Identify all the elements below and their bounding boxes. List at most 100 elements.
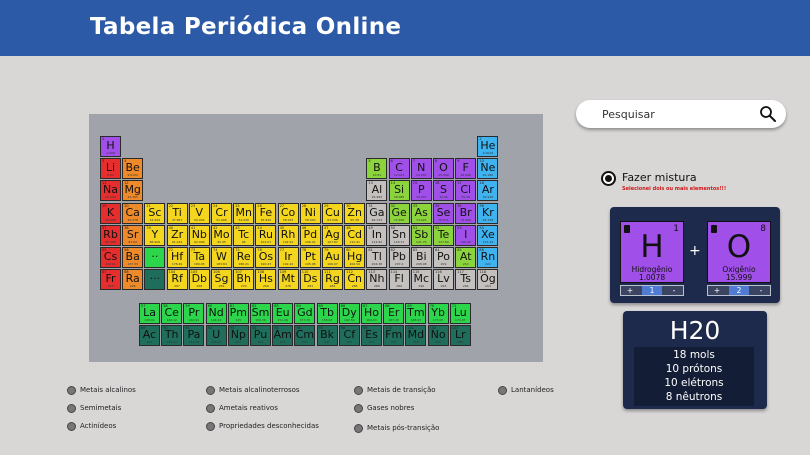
- element-cell-Pd[interactable]: 46 Pd 106.42: [299, 224, 321, 246]
- element-cell-No[interactable]: 102 No 259: [427, 325, 449, 347]
- search-input[interactable]: [602, 106, 752, 122]
- element-cell-Po[interactable]: 84 Po 209: [433, 247, 454, 268]
- element-cell-Au[interactable]: 79 Au 196.97: [322, 247, 343, 268]
- element-cell-Db[interactable]: 105 Db 268: [188, 269, 210, 291]
- element-cell-O[interactable]: 8 O 15.999: [433, 158, 454, 180]
- element-cell-Hs[interactable]: 108 Hs 269: [255, 269, 277, 291]
- element-cell-He[interactable]: 2 He 4.0026: [477, 136, 499, 157]
- element-cell-W[interactable]: 74 W 183.84: [211, 247, 232, 268]
- element-cell-At[interactable]: 85 At 210: [455, 247, 477, 268]
- element-cell-Kr[interactable]: 36 Kr 83.798: [477, 202, 499, 224]
- element-cell-Lv[interactable]: 116 Lv 293: [433, 269, 454, 291]
- element-cell-Pb[interactable]: 82 Pb 207.2: [388, 247, 410, 268]
- element-cell-S[interactable]: 16 S 32.06: [433, 180, 454, 202]
- element-cell-Na[interactable]: 11 Na 22.990: [100, 180, 121, 202]
- element-cell-I[interactable]: 53 I 126.90: [455, 224, 477, 246]
- element-cell-Al[interactable]: 13 Al 26.982: [366, 180, 388, 202]
- element-cell-In[interactable]: 49 In 114.82: [366, 224, 388, 246]
- element-cell-Fm[interactable]: 100 Fm 257: [383, 325, 405, 347]
- element-cell-Gd[interactable]: 64 Gd 157.25: [294, 303, 316, 324]
- element-cell-Tb[interactable]: 65 Tb 158.93: [316, 303, 338, 324]
- element-cell-Xe[interactable]: 54 Xe 131.29: [477, 224, 499, 246]
- element-cell-Sg[interactable]: 106 Sg 269: [211, 269, 232, 291]
- element-cell-Ti[interactable]: 22 Ti 47.867: [166, 202, 188, 224]
- element-cell-Np[interactable]: 93 Np 237: [227, 325, 249, 347]
- element-cell-Sc[interactable]: 21 Sc 44.956: [144, 202, 166, 224]
- element-cell-series[interactable]: ··: [144, 247, 166, 268]
- element-cell-La[interactable]: 57 La 138.91: [139, 303, 160, 324]
- element-cell-C[interactable]: 6 C 12.011: [388, 158, 410, 180]
- element-cell-Hf[interactable]: 72 Hf 178.49: [166, 247, 188, 268]
- element-cell-Pu[interactable]: 94 Pu 244: [250, 325, 271, 347]
- element-cell-Nh[interactable]: 113 Nh 286: [366, 269, 388, 291]
- element-cell-Tm[interactable]: 69 Tm 168.93: [405, 303, 427, 324]
- element-cell-V[interactable]: 23 V 50.942: [188, 202, 210, 224]
- element-cell-Cm[interactable]: 96 Cm 247: [294, 325, 316, 347]
- mix-card-2[interactable]: 8 O Oxigênio 15.999: [707, 221, 771, 283]
- element-cell-Cu[interactable]: 29 Cu 63.546: [322, 202, 343, 224]
- element-cell-Br[interactable]: 35 Br 79.904: [455, 202, 477, 224]
- element-cell-Ts[interactable]: 117 Ts 294: [455, 269, 477, 291]
- element-cell-Mt[interactable]: 109 Mt 278: [277, 269, 299, 291]
- decrement-button[interactable]: -: [665, 286, 683, 295]
- element-cell-Fr[interactable]: 87 Fr 223: [100, 269, 121, 291]
- element-cell-Co[interactable]: 27 Co 58.933: [277, 202, 299, 224]
- element-cell-Er[interactable]: 68 Er 167.26: [383, 303, 405, 324]
- element-cell-Be[interactable]: 4 Be 9.0122: [122, 158, 144, 180]
- element-cell-H[interactable]: 1 H 1.008: [100, 136, 121, 157]
- increment-button[interactable]: +: [708, 286, 726, 295]
- element-cell-Zn[interactable]: 30 Zn 65.38: [344, 202, 366, 224]
- element-cell-Ce[interactable]: 58 Ce 140.12: [161, 303, 183, 324]
- element-cell-Ge[interactable]: 32 Ge 72.630: [388, 202, 410, 224]
- increment-button[interactable]: +: [621, 286, 639, 295]
- element-cell-Rb[interactable]: 37 Rb 85.468: [100, 224, 121, 246]
- element-cell-Mc[interactable]: 115 Mc 290: [410, 269, 432, 291]
- element-cell-Te[interactable]: 52 Te 127.60: [433, 224, 454, 246]
- element-cell-Eu[interactable]: 63 Eu 151.96: [272, 303, 294, 324]
- element-cell-Ho[interactable]: 67 Ho 164.93: [361, 303, 382, 324]
- element-cell-Th[interactable]: 90 Th 232.04: [161, 325, 183, 347]
- element-cell-Tc[interactable]: 43 Tc 98: [233, 224, 255, 246]
- element-cell-U[interactable]: 92 U 238.03: [205, 325, 227, 347]
- element-cell-Fe[interactable]: 26 Fe 55.845: [255, 202, 277, 224]
- element-cell-Sb[interactable]: 51 Sb 121.76: [410, 224, 432, 246]
- element-cell-Nd[interactable]: 60 Nd 144.24: [205, 303, 227, 324]
- element-cell-Pa[interactable]: 91 Pa 231.04: [183, 325, 205, 347]
- element-cell-Cl[interactable]: 17 Cl 35.45: [455, 180, 477, 202]
- decrement-button[interactable]: -: [752, 286, 770, 295]
- element-cell-Ra[interactable]: 88 Ra 226: [122, 269, 144, 291]
- element-cell-Rh[interactable]: 45 Rh 102.91: [277, 224, 299, 246]
- element-cell-Rg[interactable]: 111 Rg 282: [322, 269, 343, 291]
- element-cell-Bk[interactable]: 97 Bk 247: [316, 325, 338, 347]
- element-cell-Bh[interactable]: 107 Bh 270: [233, 269, 255, 291]
- element-cell-Cd[interactable]: 48 Cd 112.41: [344, 224, 366, 246]
- element-cell-Pm[interactable]: 61 Pm 145: [227, 303, 249, 324]
- element-cell-Cs[interactable]: 55 Cs 132.91: [100, 247, 121, 268]
- element-cell-Ru[interactable]: 44 Ru 101.07: [255, 224, 277, 246]
- element-cell-Os[interactable]: 76 Os 190.23: [255, 247, 277, 268]
- element-cell-Tl[interactable]: 81 Tl 204.38: [366, 247, 388, 268]
- element-cell-Cf[interactable]: 98 Cf 251: [338, 325, 360, 347]
- element-cell-Ar[interactable]: 18 Ar 39.948: [477, 180, 499, 202]
- element-cell-Ac[interactable]: 89 Ac 227: [139, 325, 160, 347]
- element-cell-Rf[interactable]: 104 Rf 267: [166, 269, 188, 291]
- element-cell-Ta[interactable]: 73 Ta 180.95: [188, 247, 210, 268]
- element-cell-Nb[interactable]: 41 Nb 92.906: [188, 224, 210, 246]
- search-icon[interactable]: [759, 105, 777, 123]
- element-cell-As[interactable]: 33 As 74.922: [410, 202, 432, 224]
- element-cell-Se[interactable]: 34 Se 78.971: [433, 202, 454, 224]
- mix-radio[interactable]: [601, 171, 616, 186]
- element-cell-Mo[interactable]: 42 Mo 95.95: [211, 224, 232, 246]
- element-cell-Zr[interactable]: 40 Zr 91.224: [166, 224, 188, 246]
- element-cell-Re[interactable]: 75 Re 186.21: [233, 247, 255, 268]
- element-cell-Ag[interactable]: 47 Ag 107.87: [322, 224, 343, 246]
- element-cell-Ca[interactable]: 20 Ca 40.078: [122, 202, 144, 224]
- element-cell-Rn[interactable]: 86 Rn 222: [477, 247, 499, 268]
- element-cell-Sm[interactable]: 62 Sm 150.36: [250, 303, 271, 324]
- element-cell-Pr[interactable]: 59 Pr 140.91: [183, 303, 205, 324]
- element-cell-Ir[interactable]: 77 Ir 192.22: [277, 247, 299, 268]
- element-cell-Dy[interactable]: 66 Dy 162.50: [338, 303, 360, 324]
- element-cell-Cn[interactable]: 112 Cn 285: [344, 269, 366, 291]
- element-cell-Mn[interactable]: 25 Mn 54.938: [233, 202, 255, 224]
- element-cell-series[interactable]: ···: [144, 269, 166, 291]
